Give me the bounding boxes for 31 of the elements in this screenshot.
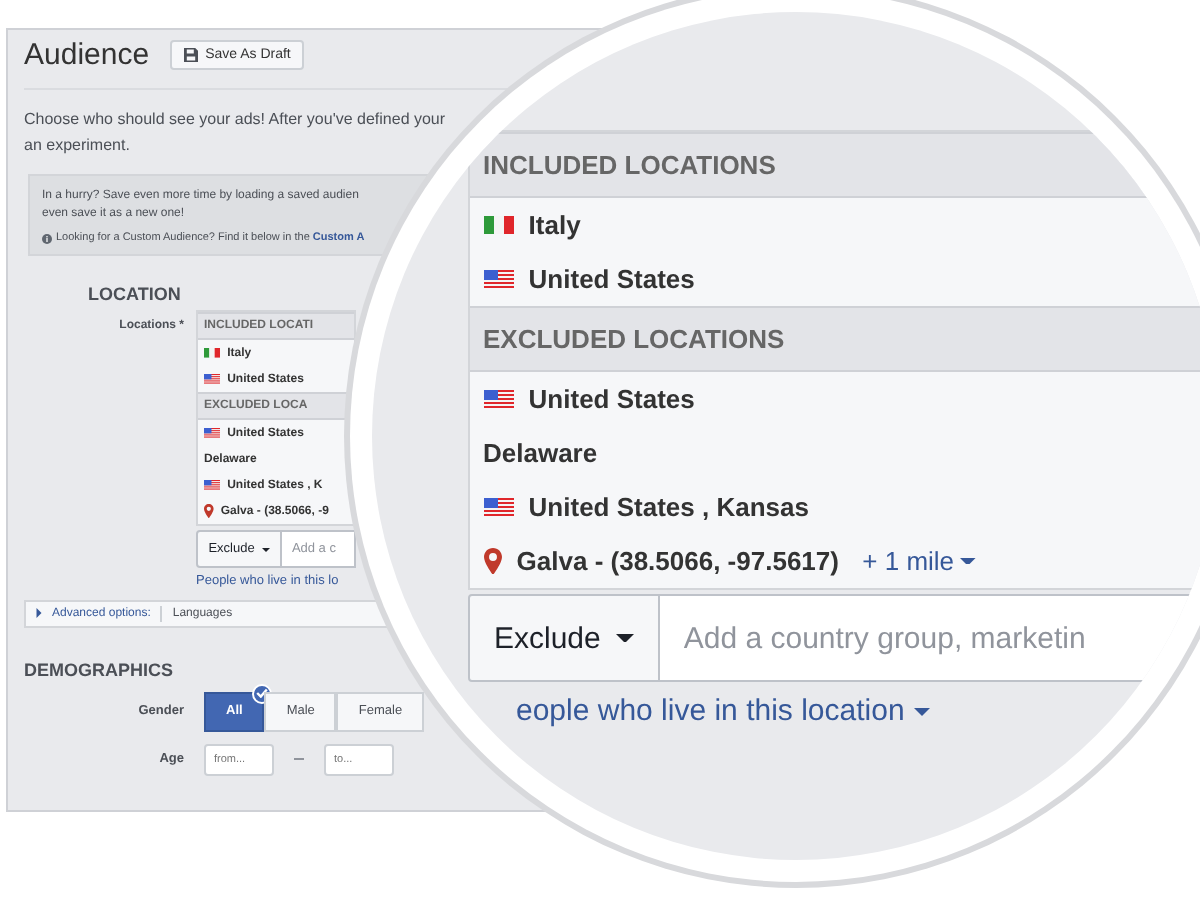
section-heading: LOCATION	[88, 284, 183, 304]
us-flag-icon	[483, 498, 513, 516]
location-item: United States , Kansas	[528, 492, 809, 522]
list-heading: EXCLUDED LOCATIONS	[470, 306, 1200, 372]
location-item: Galva - (38.5066, -97.5617)	[516, 546, 839, 576]
caret-icon	[615, 633, 634, 643]
info-icon	[42, 233, 52, 243]
radius-dropdown[interactable]: + 1 mile	[862, 546, 976, 576]
caret-icon	[261, 547, 270, 551]
caret-icon	[960, 557, 976, 565]
dash-icon	[294, 758, 304, 761]
us-flag-icon	[483, 390, 513, 408]
location-item: United States	[528, 384, 695, 414]
location-item: Italy	[528, 210, 581, 240]
location-item: United States	[528, 264, 695, 294]
italy-flag-icon	[483, 216, 513, 234]
us-flag-icon	[204, 428, 220, 438]
section-heading: DEMOGRAPHICS	[24, 659, 176, 680]
italy-flag-icon	[204, 348, 220, 358]
us-flag-icon	[483, 270, 513, 288]
caret-icon	[913, 707, 930, 715]
page-title: Audience	[24, 38, 150, 72]
caret-right-icon	[36, 608, 42, 619]
location-type-link[interactable]: eople who live in this location	[516, 694, 1200, 728]
map-pin-icon	[483, 547, 501, 575]
us-flag-icon	[204, 480, 220, 490]
intro-text: Choose who should see your ads! After you've defined your an experiment.	[24, 108, 448, 158]
map-pin-icon	[204, 503, 214, 519]
us-flag-icon	[204, 374, 220, 384]
location-item: Delaware	[483, 438, 598, 468]
exclude-dropdown[interactable]: Exclude	[468, 594, 660, 682]
